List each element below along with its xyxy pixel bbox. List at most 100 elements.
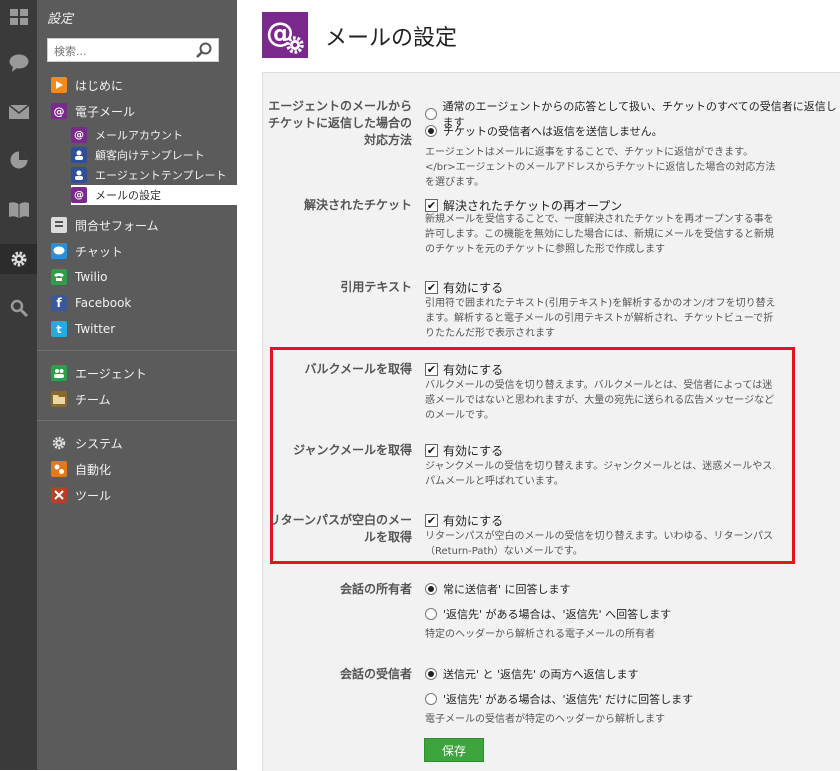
at-sign-icon: @	[51, 103, 67, 119]
agent-reply-option-2[interactable]: チケットの受信者へは返信を送信しません。	[425, 123, 663, 139]
bulk-mail-checkbox-row[interactable]: ✔ 有効にする	[425, 361, 503, 378]
junk-mail-description: ジャンクメールの受信を切り替えます。ジャンクメールとは、迷惑メールやスパムメール…	[425, 461, 773, 487]
settings-gear-icon[interactable]	[0, 244, 43, 274]
sidebar-item-label: Twitter	[75, 322, 116, 336]
conversation-recipients-label: 会話の受信者	[339, 667, 412, 681]
checkbox-checked[interactable]: ✔	[425, 444, 438, 457]
form-icon	[51, 217, 67, 233]
sidebar-item-email[interactable]: @ 電子メール	[37, 100, 237, 122]
sidebar-item-label: メールの設定	[95, 189, 161, 202]
tools-icon	[51, 487, 67, 503]
radio-button-selected[interactable]	[425, 125, 437, 137]
search-input[interactable]	[52, 40, 196, 62]
sidebar-item-label: エージェントテンプレート	[95, 169, 227, 182]
search-icon[interactable]	[0, 293, 37, 323]
sidebar-item-agent-templates[interactable]: エージェントテンプレート	[71, 165, 237, 185]
chat-bubble-icon[interactable]	[0, 48, 37, 78]
automation-gears-icon	[51, 461, 67, 477]
customer-template-icon	[71, 147, 87, 163]
quote-text-checkbox-row[interactable]: ✔ 有効にする	[425, 279, 503, 296]
checkbox-checked[interactable]: ✔	[425, 199, 438, 212]
checkbox-checked[interactable]: ✔	[425, 281, 438, 294]
radio-button[interactable]	[425, 693, 437, 705]
option-label: 送信元' と '返信先' の両方へ返信します	[443, 668, 639, 681]
bulk-mail-description: バルクメールの受信を切り替えます。バルクメールとは、受信者によっては迷惑メールで…	[425, 380, 775, 421]
sidebar-item-label: はじめに	[75, 78, 124, 93]
sidebar-item-tools[interactable]: ツール	[37, 484, 237, 506]
magnifier-icon[interactable]	[196, 42, 212, 61]
checkbox-checked[interactable]: ✔	[425, 363, 438, 376]
icon-rail	[0, 0, 43, 770]
sidebar-item-mail-settings[interactable]: @ メールの設定	[71, 185, 237, 205]
sidebar-item-mail-accounts[interactable]: @ メールアカウント	[71, 125, 237, 145]
sidebar-title: 設定	[47, 12, 74, 27]
sidebar-divider	[37, 350, 237, 351]
sidebar-item-label: 顧客向けテンプレート	[95, 149, 205, 162]
checkbox-label: 有効にする	[443, 444, 504, 458]
book-icon[interactable]	[0, 195, 37, 225]
sidebar-divider	[37, 420, 237, 421]
dashboard-icon[interactable]	[0, 2, 37, 32]
option-label: チケットの受信者へは返信を送信しません。	[443, 125, 663, 138]
radio-button[interactable]	[425, 108, 437, 120]
radio-button-selected[interactable]	[425, 668, 437, 680]
checkbox-checked[interactable]: ✔	[425, 514, 438, 527]
conversation-owner-description: 特定のヘッダーから解析される電子メールの所有者	[425, 629, 655, 640]
sidebar-item-label: ツール	[75, 488, 112, 503]
checkbox-label: 有効にする	[443, 363, 504, 377]
sidebar-item-system[interactable]: システム	[37, 432, 237, 454]
play-icon	[51, 77, 67, 93]
owner-option-2[interactable]: '返信先' がある場合は、'返信先' へ回答します	[425, 606, 671, 622]
quote-text-description: 引用符で囲まれたテキスト(引用テキスト)を解析するかのオン/オフを切り替えます。…	[425, 298, 776, 339]
pie-chart-icon[interactable]	[0, 145, 37, 175]
sidebar-item-teams[interactable]: チーム	[37, 388, 237, 410]
sidebar-item-chat[interactable]: チャット	[37, 240, 237, 262]
save-button[interactable]: 保存	[424, 738, 484, 762]
radio-button[interactable]	[425, 608, 437, 620]
checkbox-label: 有効にする	[443, 281, 504, 295]
agent-reply-label: エージェントのメールからチケットに返信した場合の対応方法	[267, 99, 412, 147]
sidebar-item-contact-forms[interactable]: 問合せフォーム	[37, 214, 237, 236]
recipients-option-1[interactable]: 送信元' と '返信先' の両方へ返信します	[425, 666, 639, 682]
radio-button-selected[interactable]	[425, 583, 437, 595]
sidebar-item-twilio[interactable]: Twilio	[37, 266, 237, 288]
sidebar-search	[47, 38, 219, 62]
recipients-option-2[interactable]: '返信先' がある場合は、'返信先' だけに回答します	[425, 691, 693, 707]
sidebar-item-label: チーム	[75, 392, 111, 407]
mail-settings-icon: @	[71, 187, 87, 203]
mail-settings-page-icon: @	[262, 12, 308, 58]
bulk-mail-label: バルクメールを取得	[304, 362, 412, 376]
junk-mail-checkbox-row[interactable]: ✔ 有効にする	[425, 442, 503, 459]
page-title: メールの設定	[325, 26, 458, 51]
agents-icon	[51, 365, 67, 381]
option-label: 常に送信者' に回答します	[443, 583, 571, 596]
twitter-icon: t	[51, 321, 67, 337]
return-path-checkbox-row[interactable]: ✔ 有効にする	[425, 512, 503, 529]
folder-icon	[51, 391, 67, 407]
sidebar-item-label: システム	[75, 436, 123, 451]
checkbox-label: 有効にする	[443, 514, 504, 528]
resolved-ticket-label: 解決されたチケット	[303, 198, 412, 212]
sidebar-item-label: 電子メール	[75, 104, 136, 119]
mail-icon[interactable]	[0, 97, 37, 127]
owner-option-1[interactable]: 常に送信者' に回答します	[425, 581, 571, 597]
option-label: '返信先' がある場合は、'返信先' だけに回答します	[443, 693, 694, 706]
option-label: '返信先' がある場合は、'返信先' へ回答します	[443, 608, 672, 621]
return-path-description: リターンパスが空白のメールの受信を切り替えます。いわゆる、リターンパス（Retu…	[425, 531, 773, 557]
sidebar-item-getting-started[interactable]: はじめに	[37, 74, 237, 96]
conversation-recipients-description: 電子メールの受信者が特定のヘッダーから解析します	[425, 714, 665, 725]
sidebar-item-label: チャット	[75, 244, 123, 259]
sidebar-item-agents[interactable]: エージェント	[37, 362, 237, 384]
sidebar-item-facebook[interactable]: f Facebook	[37, 292, 237, 314]
return-path-label: リターンパスが空白のメールを取得	[268, 513, 412, 544]
sidebar-item-label: エージェント	[75, 366, 147, 381]
chat-icon	[51, 243, 67, 259]
mail-account-icon: @	[71, 127, 87, 143]
junk-mail-label: ジャンクメールを取得	[293, 443, 412, 457]
sidebar-item-label: 自動化	[75, 462, 112, 477]
sidebar-item-automation[interactable]: 自動化	[37, 458, 237, 480]
sidebar-item-customer-templates[interactable]: 顧客向けテンプレート	[71, 145, 237, 165]
sidebar-item-label: Facebook	[75, 296, 132, 310]
agent-template-icon	[71, 167, 87, 183]
sidebar-item-twitter[interactable]: t Twitter	[37, 318, 237, 340]
